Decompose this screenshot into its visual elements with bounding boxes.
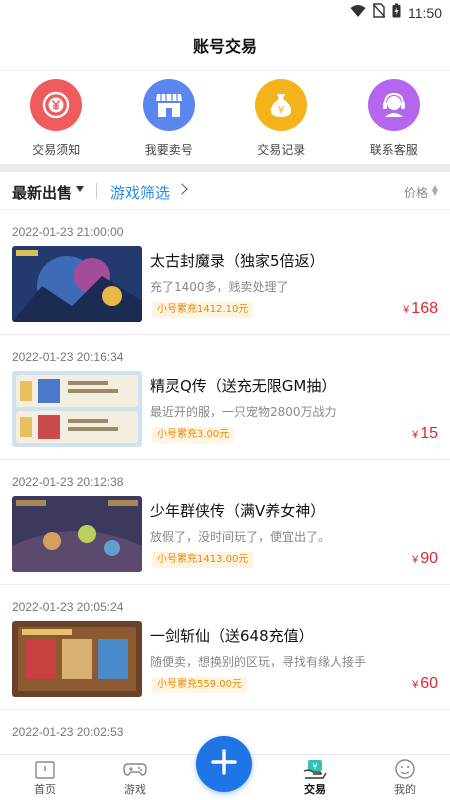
quick-nav-trade-records[interactable]: ¥ 交易记录 [225, 71, 338, 164]
sort-icon: ▲ ▼ [431, 183, 438, 197]
svg-text:¥: ¥ [278, 105, 284, 116]
clock: 11:50 [408, 4, 442, 21]
quick-nav-label: 交易须知 [32, 143, 81, 157]
listing-description: 充了1400多，贱卖处理了 [150, 280, 289, 294]
recharge-tag: 小号累充3.00元 [152, 427, 235, 443]
quick-nav-customer-service[interactable]: 联系客服 [338, 71, 450, 164]
listing-date: 2022-01-23 20:16:34 [12, 350, 124, 364]
quick-nav: 交易须知 我要卖号 ¥ 交易记录 联系客服 [0, 70, 450, 164]
game-filter-button[interactable]: 游戏筛选 [110, 182, 170, 203]
yuan-coin-icon [30, 79, 83, 131]
quick-nav-trade-notice[interactable]: 交易须知 [0, 71, 113, 164]
listing-title: 精灵Q传（送充无限GM抽） [150, 377, 337, 395]
listing-price: ¥60 [412, 675, 438, 692]
listing-title: 一剑斩仙（送648充值） [150, 627, 314, 645]
listing-thumbnail [12, 246, 142, 322]
store-icon [142, 79, 195, 131]
tab-label: 交易 [304, 783, 326, 796]
listing-title: 少年群侠传（满V养女神） [150, 502, 326, 520]
tab-label: 我的 [394, 783, 416, 796]
listing-price: ¥15 [412, 425, 438, 442]
listing-title: 太古封魔录（独家5倍返） [150, 252, 325, 270]
tab-home[interactable]: 首页 [0, 755, 90, 800]
tab-label: 首页 [34, 783, 56, 796]
listing-thumbnail [12, 621, 142, 697]
profile-icon [393, 758, 417, 780]
filter-bar: 最新出售 游戏筛选 价格 ▲ ▼ [0, 172, 450, 210]
listing-thumbnail [12, 496, 142, 572]
listing-price: ¥168 [403, 300, 438, 317]
trade-icon: ¥ [303, 758, 327, 780]
listing-date: 2022-01-23 20:05:24 [12, 600, 124, 614]
tab-profile[interactable]: 我的 [360, 755, 450, 800]
listing-price: ¥90 [412, 550, 438, 567]
add-listing-button[interactable] [196, 736, 252, 792]
list-item[interactable]: 2022-01-23 21:00:00 太古封魔录（独家5倍返） 充了1400多… [0, 210, 450, 335]
plus-icon [211, 749, 237, 779]
listing-list: 2022-01-23 21:00:00 太古封魔录（独家5倍返） 充了1400多… [0, 210, 450, 754]
customer-service-icon [367, 79, 420, 131]
listing-date: 2022-01-23 20:02:53 [12, 725, 124, 739]
quick-nav-label: 交易记录 [257, 143, 306, 157]
list-item[interactable]: 2022-01-23 20:12:38 少年群侠传（满V养女神） 放假了，没时间… [0, 460, 450, 585]
quick-nav-sell-account[interactable]: 我要卖号 [113, 71, 226, 164]
tab-trade[interactable]: ¥ 交易 [270, 755, 360, 800]
section-divider [0, 164, 450, 172]
listing-date: 2022-01-23 20:12:38 [12, 475, 124, 489]
listing-description: 最近开的服，一只宠物2800万战力 [150, 405, 337, 419]
listing-thumbnail [12, 371, 142, 447]
recharge-tag: 小号累充1412.10元 [152, 302, 254, 318]
listing-date: 2022-01-23 21:00:00 [12, 225, 124, 239]
quick-nav-label: 我要卖号 [144, 143, 193, 157]
money-bag-icon: ¥ [255, 79, 308, 131]
listing-description: 放假了，没时间玩了，便宜出了。 [150, 530, 331, 544]
gamepad-icon [123, 758, 147, 780]
quick-nav-label: 联系客服 [369, 143, 418, 157]
home-icon [33, 758, 57, 780]
svg-text:¥: ¥ [312, 762, 317, 771]
tab-games[interactable]: 游戏 [90, 755, 180, 800]
wifi-icon [350, 4, 366, 22]
status-bar: 11:50 [0, 0, 450, 24]
page-title: 账号交易 [0, 24, 450, 70]
chevron-right-icon [176, 183, 188, 195]
latest-sale-dropdown[interactable]: 最新出售 [12, 182, 72, 203]
list-item[interactable]: 2022-01-23 20:16:34 精灵Q传（送充无限GM抽） 最近开的服，… [0, 335, 450, 460]
caret-down-icon [76, 186, 84, 192]
recharge-tag: 小号累充559.00元 [152, 677, 247, 693]
price-sort-button[interactable]: 价格 [404, 184, 428, 201]
listing-description: 随便卖，想换别的区玩，寻找有缘人接手 [150, 655, 367, 669]
no-sim-icon [372, 3, 386, 22]
tab-label: 游戏 [124, 783, 146, 796]
recharge-tag: 小号累充1413.00元 [152, 552, 254, 568]
list-item[interactable]: 2022-01-23 20:05:24 一剑斩仙（送648充值） 随便卖，想换别… [0, 585, 450, 710]
battery-charging-icon [392, 3, 401, 22]
divider [96, 183, 97, 199]
